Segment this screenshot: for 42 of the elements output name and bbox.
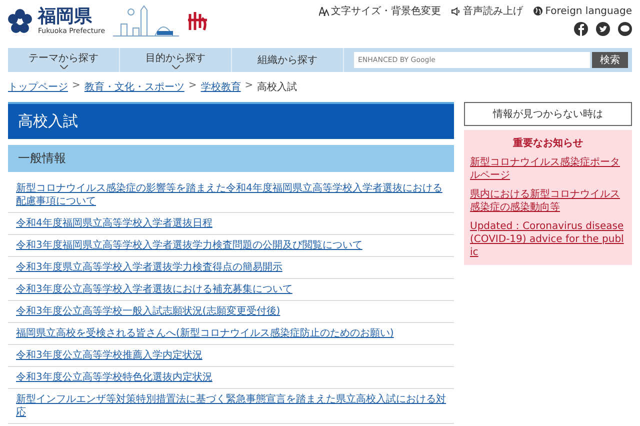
article-link[interactable]: 福岡県立高校を受検される皆さんへ(新型コロナウイルス感染症防止のためのお願い) xyxy=(8,323,454,345)
chevron-down-icon xyxy=(172,65,180,69)
search-button[interactable]: 検索 xyxy=(592,52,628,68)
article-link[interactable]: 令和3年度公立高等学校特色化選抜内定状況 xyxy=(8,367,454,389)
nav-menu-item[interactable]: テーマから探す xyxy=(8,48,120,72)
notice-link[interactable]: Updated：Coronavirus disease(COVID-19) advice for the public xyxy=(470,220,626,259)
notice-link[interactable]: 県内における新型コロナウイルス感染症の感染動向等 xyxy=(470,188,626,214)
chat-bubble-icon[interactable] xyxy=(618,22,632,36)
breadcrumb-link[interactable]: 教育・文化・スポーツ xyxy=(84,80,184,94)
utility-link[interactable]: 音声読み上げ xyxy=(463,4,524,18)
article-link[interactable]: 令和3年度公立高等学校一般入試志願状況(志願変更受付後) xyxy=(8,301,454,323)
article-link[interactable]: 令和3年度公立高等学校推薦入学内定状況 xyxy=(8,345,454,367)
notice-link[interactable]: 新型コロナウイルス感染症ポータルページ xyxy=(470,156,626,182)
breadcrumb-separator: > xyxy=(244,80,254,93)
text-size-icon xyxy=(319,6,330,16)
speaker-icon xyxy=(451,6,462,16)
breadcrumb-link[interactable]: トップページ xyxy=(8,80,68,94)
logo-title: 福岡県 xyxy=(38,7,93,27)
nav-menu-item[interactable]: 目的から探す xyxy=(120,48,232,72)
article-link[interactable]: 令和4年度福岡県立高等学校入学者選抜日程 xyxy=(8,213,454,235)
breadcrumb-current: 高校入試 xyxy=(257,80,298,94)
facebook-icon[interactable] xyxy=(574,22,588,36)
help-button[interactable]: 情報が見つからない時は xyxy=(464,102,632,126)
breadcrumb-separator: > xyxy=(188,80,197,93)
twitter-icon[interactable] xyxy=(596,22,610,36)
article-link[interactable]: 令和3年度公立高等学校入学者選抜における補充募集について xyxy=(8,279,454,301)
breadcrumb-link[interactable]: 学校教育 xyxy=(200,80,241,94)
article-link[interactable]: 令和3年度福岡県立高等学校入学者選抜学力検査問題の公開及び閲覧について xyxy=(8,235,454,257)
nav-menu-item[interactable]: 組織から探す xyxy=(232,48,344,72)
globe-icon xyxy=(533,6,544,16)
article-link[interactable]: 新型インフルエンザ等対策特別措置法に基づく緊急事態宣言を踏まえた県立高校入試における対応 xyxy=(8,389,454,424)
notice-heading: 重要なお知らせ xyxy=(512,136,584,150)
article-link[interactable]: 令和3年度県立高等学校入学者選抜学力検査得点の簡易開示 xyxy=(8,257,454,279)
page-title: 高校入試 xyxy=(8,102,454,139)
utility-link[interactable]: 文字サイズ・背景色変更 xyxy=(331,4,442,18)
section-heading: 一般情報 xyxy=(8,145,454,172)
chevron-down-icon xyxy=(60,65,68,69)
article-link[interactable]: 新型コロナウイルス感染症の影響等を踏まえた令和4年度福岡県立高等学校入学者選抜における配慮事項について xyxy=(8,178,454,213)
utility-link[interactable]: Foreign language xyxy=(545,6,632,16)
city-skyline-drawing xyxy=(111,4,182,38)
breadcrumb-separator: > xyxy=(72,80,80,93)
flower-logo-icon xyxy=(8,9,32,33)
